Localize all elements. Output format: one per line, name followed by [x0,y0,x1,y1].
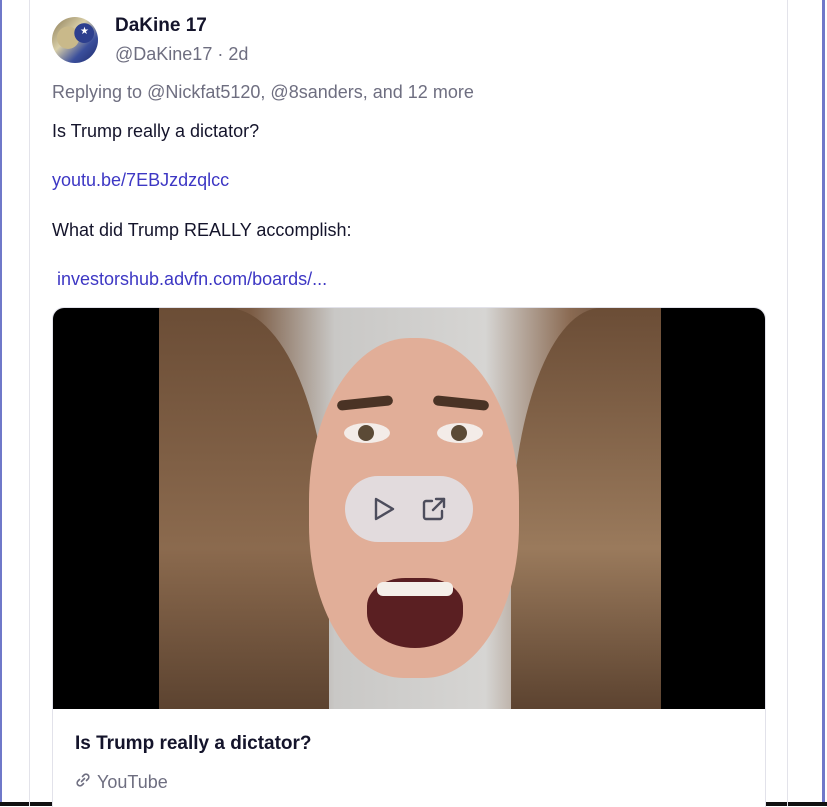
more-mentions[interactable]: and 12 more [373,82,474,102]
mouth [367,578,463,648]
external-link-icon[interactable] [420,495,448,523]
brow-right [432,395,490,411]
eye-left [344,423,390,443]
brow-left [336,395,394,411]
play-icon[interactable] [370,495,398,523]
hair-left-shape [159,308,329,709]
author-meta: @DaKine17 · 2d [115,42,248,66]
feed-column-divider-left [29,0,30,806]
card-source: YouTube [75,770,168,794]
card-title[interactable]: Is Trump really a dictator? [75,732,312,756]
video-controls [345,476,473,542]
mention-nickfat5120[interactable]: @Nickfat5120, [147,82,265,102]
investorshub-link[interactable]: investorshub.advfn.com/boards/... [57,267,327,291]
feed-column-divider-right [787,0,788,806]
post-text-line-1: Is Trump really a dictator? [52,121,260,141]
window-right-border [822,0,825,806]
author-handle[interactable]: @DaKine17 [115,44,212,64]
link-preview-card[interactable]: Is Trump really a dictator? YouTube [52,307,766,807]
post-text-line-2: What did Trump REALLY accomplish: [52,220,352,240]
card-source-label: YouTube [97,772,168,792]
avatar-star-decoration: ★ [80,26,89,37]
meta-separator: · [217,44,224,64]
avatar[interactable]: ★ [52,17,98,63]
replying-to-line: Replying to @Nickfat5120, @8sanders, and… [52,80,474,104]
replying-prefix: Replying to [52,82,143,102]
post-age[interactable]: 2d [228,44,248,64]
youtube-link[interactable]: youtu.be/7EBJzdzqlcc [52,168,229,192]
window-left-border [0,0,2,806]
author-display-name[interactable]: DaKine 17 [115,14,207,38]
hair-right-shape [511,308,661,709]
eye-right [437,423,483,443]
link-icon [75,770,91,794]
video-thumbnail[interactable] [53,308,765,709]
mention-8sanders[interactable]: @8sanders, [270,82,367,102]
